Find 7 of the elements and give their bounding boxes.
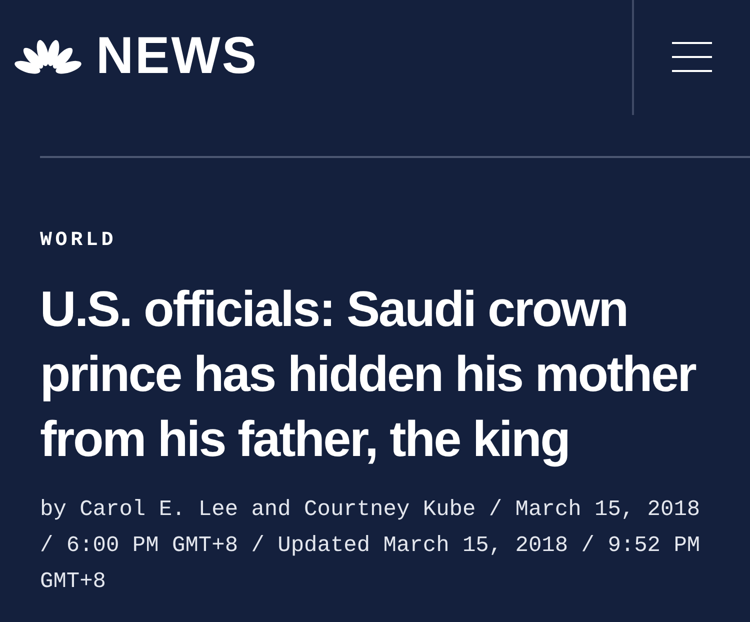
menu-icon <box>672 42 712 72</box>
menu-button[interactable] <box>672 42 712 72</box>
peacock-icon <box>14 38 82 74</box>
byline: by Carol E. Lee and Courtney Kube / March 15, 2018 / 6:00 PM GMT+8 / Updated March 15, 2018 / 9:52 PM GMT+8 <box>40 496 702 596</box>
headline: U.S. officials: Saudi crown prince has hidden his mother from his father, the king <box>40 280 697 469</box>
section-link[interactable]: WORLD <box>40 229 117 253</box>
logo-link[interactable]: NEWS <box>14 34 258 78</box>
